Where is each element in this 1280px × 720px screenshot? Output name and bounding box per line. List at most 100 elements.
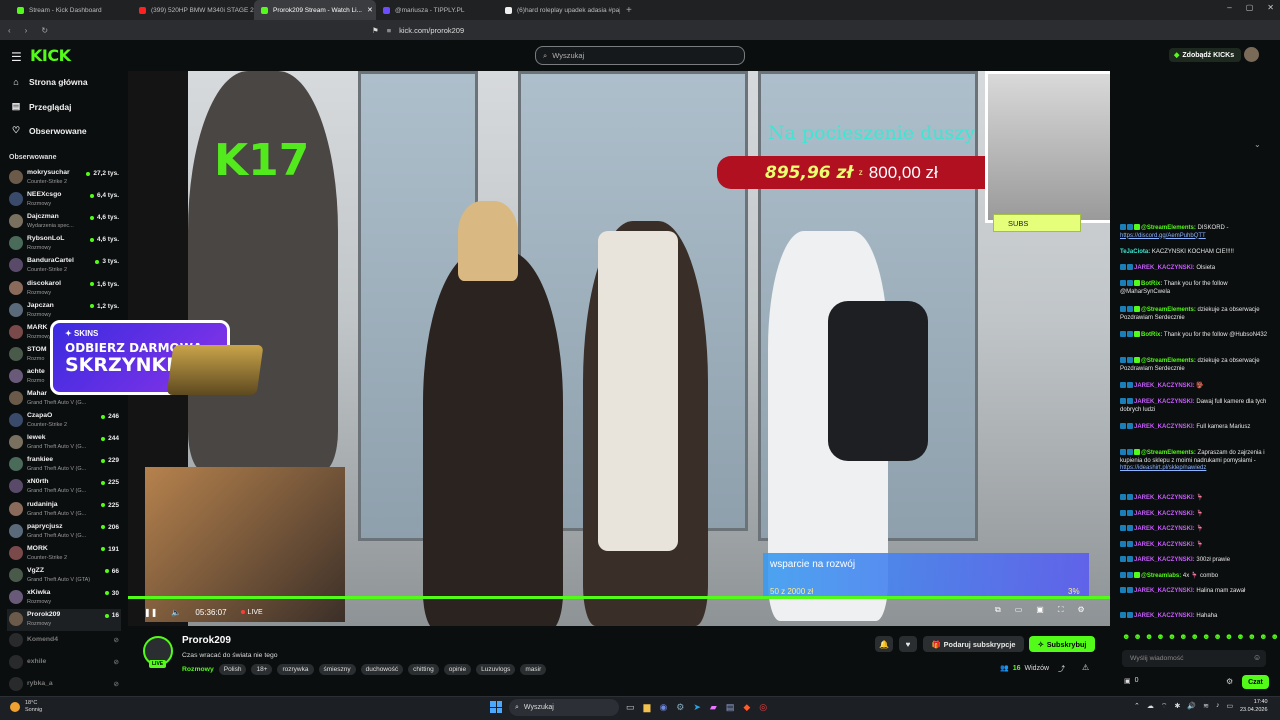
battery-icon[interactable]: ▭ bbox=[1226, 702, 1233, 711]
stream-tag[interactable]: chitting bbox=[408, 664, 439, 675]
channel-points[interactable]: ▣ 0 bbox=[1124, 677, 1139, 685]
chat-username[interactable]: JAREK_KACZYNSKI: bbox=[1134, 399, 1195, 405]
sidebar-channel[interactable]: rudaninja Grand Theft Auto V (G... 225 bbox=[7, 499, 121, 521]
emote-icon[interactable]: ☻ bbox=[1179, 632, 1187, 641]
sidebar-channel[interactable]: frankiee Grand Theft Auto V (G... 229 bbox=[7, 454, 121, 476]
terminal-icon[interactable]: ▤ bbox=[726, 702, 735, 713]
stream-tag[interactable]: rozrywka bbox=[277, 664, 314, 675]
new-tab-button[interactable]: + bbox=[626, 5, 632, 16]
nav-browse[interactable]: ▤ Przeglądaj bbox=[11, 101, 72, 112]
emote-icon[interactable]: ☻ bbox=[1156, 632, 1164, 641]
file-explorer-icon[interactable]: ▆ bbox=[644, 702, 651, 713]
stream-tag[interactable]: Luzuvlogs bbox=[476, 664, 516, 675]
fullscreen-icon[interactable]: ⛶ bbox=[1058, 605, 1064, 615]
chat-settings-icon[interactable]: ⚙ bbox=[1226, 677, 1233, 686]
stream-tag[interactable]: śmieszny bbox=[318, 664, 356, 675]
forward-icon[interactable]: › bbox=[25, 26, 28, 35]
steam-icon[interactable]: ⚙ bbox=[676, 702, 684, 713]
browser-tab[interactable]: (6)hard roleplay upadek adasia #pajac bbox=[498, 0, 620, 20]
chat-username[interactable]: JAREK_KACZYNSKI: bbox=[1134, 588, 1195, 594]
chat-username[interactable]: JAREK_KACZYNSKI: bbox=[1134, 542, 1195, 548]
weather-widget[interactable]: 18°C Sonnig bbox=[10, 700, 42, 714]
minimize-icon[interactable]: – bbox=[1227, 3, 1231, 12]
chat-input[interactable]: Wyślij wiadomość bbox=[1122, 650, 1266, 667]
emote-icon[interactable]: ☻ bbox=[1145, 632, 1153, 641]
stream-tag[interactable]: Polish bbox=[218, 664, 247, 675]
emote-icon[interactable]: ☻ bbox=[1191, 632, 1199, 641]
bluetooth-icon[interactable]: ✱ bbox=[1174, 702, 1180, 711]
stream-tag[interactable]: masir bbox=[520, 664, 547, 675]
sidebar-channel[interactable]: BanduraCartel Counter-Strike 2 3 tys. bbox=[7, 255, 121, 277]
stream-tag[interactable]: 18+ bbox=[251, 664, 273, 675]
chat-username[interactable]: JAREK_KACZYNSKI: bbox=[1134, 424, 1195, 430]
emoji-picker-icon[interactable]: ☺ bbox=[1253, 653, 1261, 662]
menu-icon[interactable]: ☰ bbox=[11, 50, 22, 64]
telegram-icon[interactable]: ➤ bbox=[693, 702, 701, 713]
sidebar-channel[interactable]: lewek Grand Theft Auto V (G... 244 bbox=[7, 432, 121, 454]
follow-button[interactable]: ♥ bbox=[899, 636, 917, 652]
nav-following[interactable]: ♡ Obserwowane bbox=[11, 125, 87, 136]
chat-link[interactable]: https://discord.gg/AemPuhbQTT bbox=[1120, 233, 1206, 239]
browser-tab[interactable]: (399) 520HP BMW M340i STAGE 2 // bbox=[132, 0, 254, 20]
browser-tab[interactable]: Stream - Kick Dashboard bbox=[10, 0, 132, 20]
sidebar-channel[interactable]: RybsonLoL Rozmowy 4,6 tys. bbox=[7, 233, 121, 255]
sidebar-channel[interactable]: xKiwka Rozmowy 30 bbox=[7, 587, 121, 609]
chat-username[interactable]: BotRix: bbox=[1141, 332, 1162, 338]
close-icon[interactable]: ✕ bbox=[1267, 3, 1274, 12]
sidebar-channel[interactable]: Japczan Rozmowy 1,2 tys. bbox=[7, 300, 121, 322]
theater-icon[interactable]: ▭ bbox=[1015, 605, 1023, 615]
chat-send-button[interactable]: Czat bbox=[1242, 675, 1269, 689]
chat-username[interactable]: JAREK_KACZYNSKI: bbox=[1134, 613, 1195, 619]
sidebar-channel[interactable]: paprycjusz Grand Theft Auto V (G... 206 bbox=[7, 521, 121, 543]
browser-tab[interactable]: @mariusza - TIPPLY.PL bbox=[376, 0, 498, 20]
emote-icon[interactable]: ☻ bbox=[1259, 632, 1267, 641]
sidebar-channel[interactable]: MORK Counter-Strike 2 191 bbox=[7, 543, 121, 565]
video-progress-bar[interactable] bbox=[128, 596, 1110, 599]
emote-icon[interactable]: ☻ bbox=[1225, 632, 1233, 641]
stream-tag[interactable]: opinie bbox=[443, 664, 472, 675]
stream-category[interactable]: Rozmowy bbox=[182, 666, 214, 673]
chat-username[interactable]: TeJaCiota: bbox=[1120, 249, 1150, 255]
miniplayer-icon[interactable]: ▣ bbox=[1036, 605, 1044, 615]
subscribe-button[interactable]: ✧ Subskrybuj bbox=[1029, 636, 1095, 652]
emote-icon[interactable]: ☻ bbox=[1168, 632, 1176, 641]
notification-button[interactable]: 🔔 bbox=[875, 636, 893, 652]
back-icon[interactable]: ‹ bbox=[8, 26, 11, 35]
sidebar-channel[interactable]: NEEXcsgo Rozmowy 6,4 tys. bbox=[7, 189, 121, 211]
windows-start-icon[interactable] bbox=[490, 701, 502, 713]
gift-subs-button[interactable]: 🎁 Podaruj subskrypcje bbox=[923, 636, 1024, 652]
report-icon[interactable]: ⚠ bbox=[1082, 663, 1089, 672]
chat-collapse-icon[interactable]: ⌄ bbox=[1254, 140, 1261, 149]
volume-icon[interactable]: ♪ bbox=[1216, 702, 1220, 711]
sidebar-channel[interactable]: xN0rth Grand Theft Auto V (G... 225 bbox=[7, 476, 121, 498]
sidebar-channel-offline[interactable]: rybka_a ⊘ bbox=[7, 674, 121, 696]
chevron-up-icon[interactable]: ⌃ bbox=[1134, 702, 1140, 711]
address-bar[interactable]: ⚑ ≡ kick.com/prorok209 bbox=[372, 23, 912, 37]
chat-username[interactable]: JAREK_KACZYNSKI: bbox=[1134, 265, 1195, 271]
chat-username[interactable]: @Streamlabs: bbox=[1141, 573, 1181, 579]
sidebar-channel-offline[interactable]: exhile ⊘ bbox=[7, 652, 121, 674]
chat-username[interactable]: JAREK_KACZYNSKI: bbox=[1134, 383, 1195, 389]
sidebar-channel-offline[interactable]: Komend4 ⊘ bbox=[7, 630, 121, 652]
brave-icon[interactable]: ◆ bbox=[743, 702, 750, 713]
system-clock[interactable]: 17:40 23.04.2026 bbox=[1240, 699, 1268, 714]
sidebar-channel[interactable]: discokarol Rozmowy 1,6 tys. bbox=[7, 278, 121, 300]
sidebar-channel[interactable]: CzapaO Counter-Strike 2 246 bbox=[7, 410, 121, 432]
discord-icon[interactable]: ◉ bbox=[659, 702, 667, 713]
network-icon[interactable]: ⌔ bbox=[1161, 702, 1168, 711]
chat-username[interactable]: @StreamElements: bbox=[1141, 358, 1196, 364]
emote-icon[interactable]: ☻ bbox=[1270, 632, 1278, 641]
emote-icon[interactable]: ☻ bbox=[1122, 632, 1130, 641]
pause-icon[interactable]: ❚❚ bbox=[144, 608, 157, 617]
sidebar-channel[interactable]: VgZZ Grand Theft Auto V (GTA) 66 bbox=[7, 565, 121, 587]
kick-logo[interactable]: KICK bbox=[30, 46, 71, 65]
chrome-icon[interactable]: ◎ bbox=[759, 702, 767, 713]
sidebar-channel[interactable]: Dajczman Wydarzenia spec... 4,6 tys. bbox=[7, 211, 121, 233]
reload-icon[interactable]: ↻ bbox=[41, 26, 48, 35]
bookmark-icon[interactable]: ⚑ bbox=[372, 26, 379, 35]
sidebar-channel[interactable]: Prorok209 Rozmowy 16 bbox=[7, 609, 121, 631]
search-input[interactable]: ⌕ Wyszukaj bbox=[535, 46, 745, 65]
chat-username[interactable]: JAREK_KACZYNSKI: bbox=[1134, 495, 1195, 501]
chat-username[interactable]: @StreamElements: bbox=[1141, 307, 1196, 313]
volume-icon[interactable]: 🔈 bbox=[171, 608, 181, 617]
